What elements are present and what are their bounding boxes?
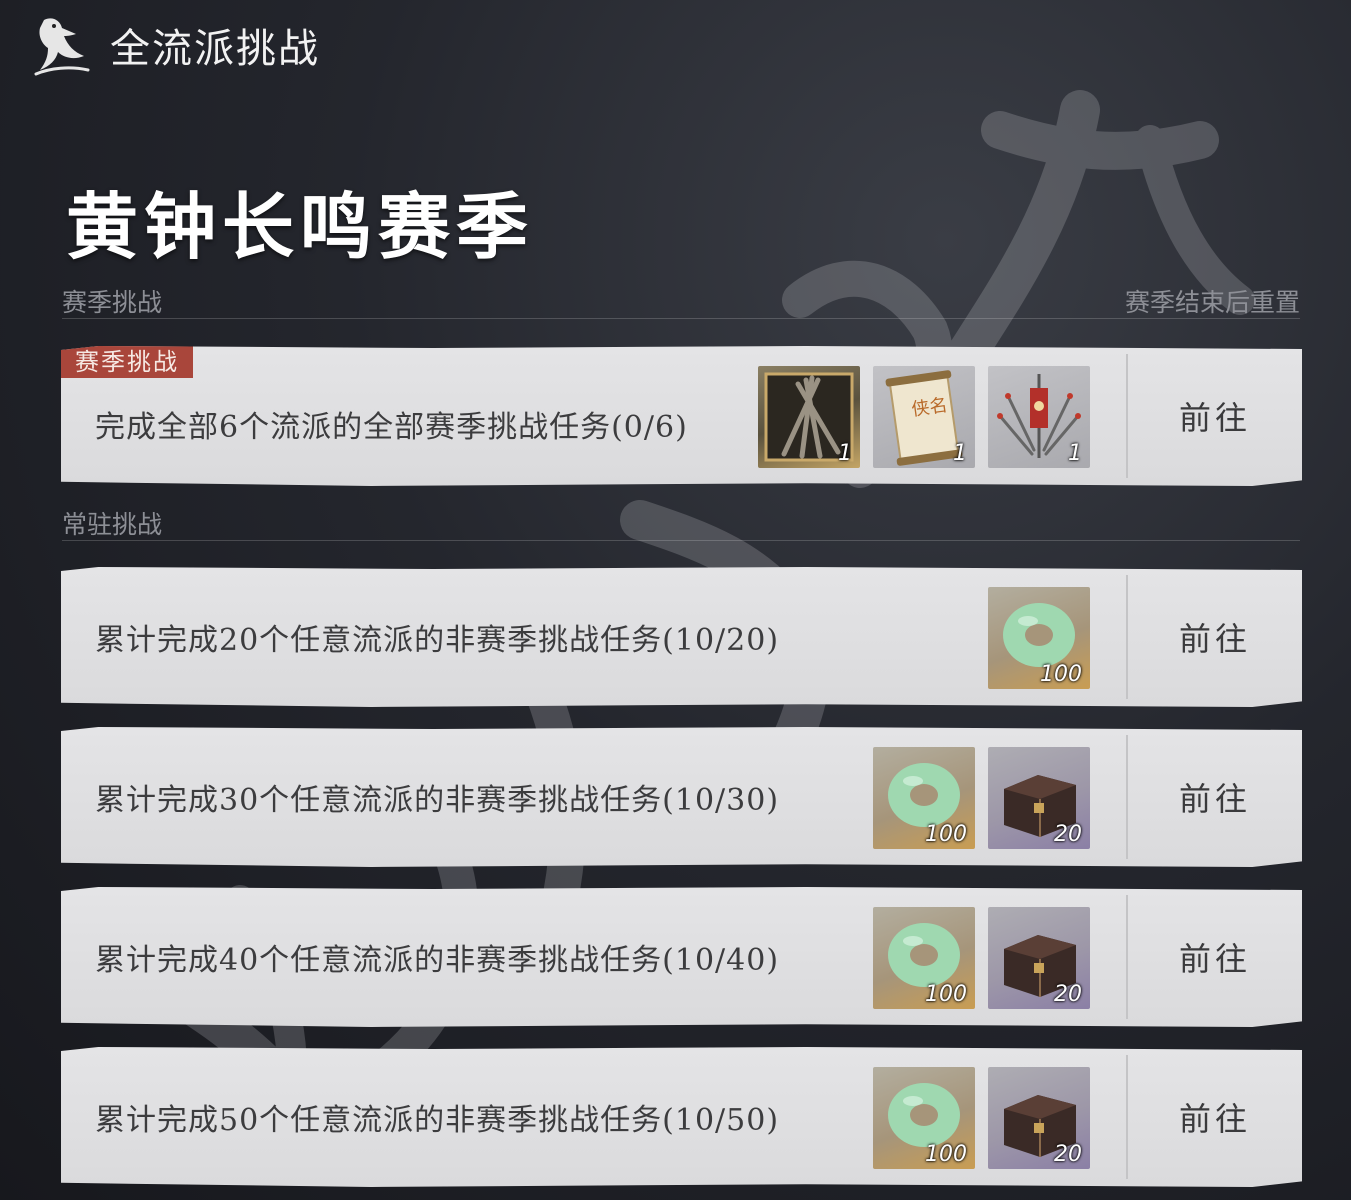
section-label: 常驻挑战 <box>62 509 163 539</box>
reward-count: 1 <box>1068 441 1082 466</box>
reward-item[interactable]: 100 <box>988 587 1090 689</box>
reward-count: 20 <box>1054 1142 1082 1167</box>
reward-item[interactable]: 1 <box>758 366 860 468</box>
reward-count: 100 <box>1040 662 1082 687</box>
season-tag: 赛季挑战 <box>61 346 193 378</box>
reset-note: 赛季结束后重置 <box>1124 287 1300 317</box>
challenge-description: 累计完成50个任意流派的非赛季挑战任务(10/50) <box>95 1103 780 1138</box>
reward-item[interactable]: 100 <box>873 907 975 1009</box>
go-button[interactable]: 前往 <box>1128 727 1302 867</box>
section-permanent-challenges: 常驻挑战 <box>62 505 1300 541</box>
reward-item[interactable]: 20 <box>988 747 1090 849</box>
permanent-challenge-card: 累计完成20个任意流派的非赛季挑战任务(10/20) 100 前往 <box>61 567 1302 707</box>
reward-item[interactable]: 100 <box>873 1067 975 1169</box>
app-title: 全流派挑战 <box>110 26 320 72</box>
reward-count: 1 <box>953 441 967 466</box>
challenge-description: 累计完成30个任意流派的非赛季挑战任务(10/30) <box>95 783 780 818</box>
go-button[interactable]: 前往 <box>1128 1047 1302 1187</box>
reward-item[interactable]: 100 <box>873 747 975 849</box>
permanent-challenge-card: 累计完成40个任意流派的非赛季挑战任务(10/40) 100 20 前往 <box>61 887 1302 1027</box>
reward-count: 20 <box>1054 822 1082 847</box>
go-button[interactable]: 前往 <box>1128 567 1302 707</box>
reward-item[interactable]: 1 <box>988 366 1090 468</box>
reward-count: 100 <box>925 822 967 847</box>
reward-item[interactable]: 20 <box>988 1067 1090 1169</box>
challenge-description: 完成全部6个流派的全部赛季挑战任务(0/6) <box>95 410 688 446</box>
crow-logo-icon <box>34 18 90 76</box>
app-header: 全流派挑战 <box>30 10 320 80</box>
reward-item[interactable]: 20 <box>988 907 1090 1009</box>
challenge-description: 累计完成20个任意流派的非赛季挑战任务(10/20) <box>95 623 780 658</box>
permanent-challenge-card: 累计完成50个任意流派的非赛季挑战任务(10/50) 100 20 前往 <box>61 1047 1302 1187</box>
reward-item[interactable]: 侠名 1 <box>873 366 975 468</box>
reward-count: 1 <box>838 441 852 466</box>
season-challenge-card: 赛季挑战 完成全部6个流派的全部赛季挑战任务(0/6) 1 侠名 1 1 前往 <box>61 346 1302 486</box>
reward-count: 100 <box>925 1142 967 1167</box>
section-season-challenges: 赛季挑战 赛季结束后重置 <box>62 283 1300 319</box>
reward-count: 20 <box>1054 982 1082 1007</box>
go-button[interactable]: 前往 <box>1128 887 1302 1027</box>
challenge-description: 累计完成40个任意流派的非赛季挑战任务(10/40) <box>95 943 780 978</box>
permanent-challenge-card: 累计完成30个任意流派的非赛季挑战任务(10/30) 100 20 前往 <box>61 727 1302 867</box>
go-button[interactable]: 前往 <box>1128 346 1302 486</box>
section-label: 赛季挑战 <box>62 287 163 317</box>
reward-count: 100 <box>925 982 967 1007</box>
season-title: 黄钟长鸣赛季 <box>66 184 535 269</box>
